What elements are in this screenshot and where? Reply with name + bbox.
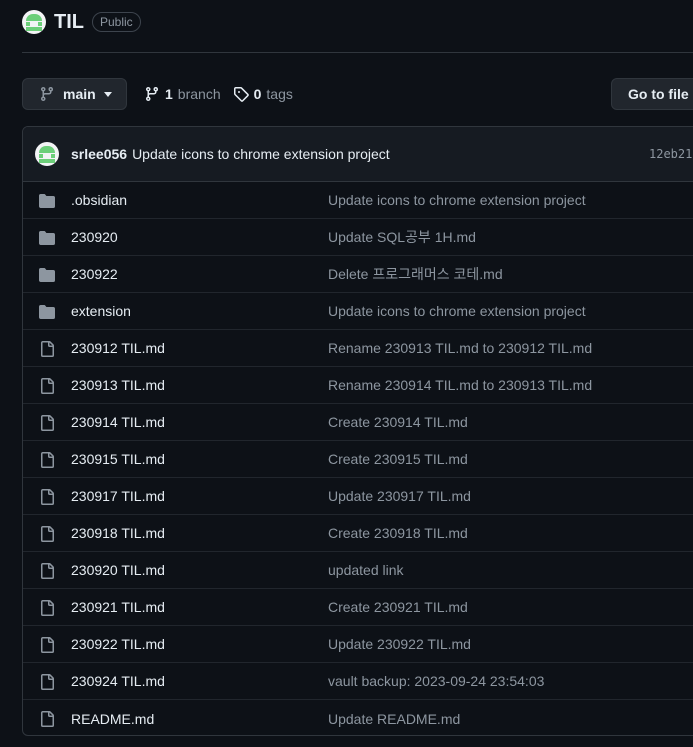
tag-count: 0 <box>253 86 262 102</box>
file-row[interactable]: 230920 Update SQL공부 1H.md <box>23 219 693 256</box>
file-row[interactable]: 230918 TIL.md Create 230918 TIL.md <box>23 515 693 552</box>
file-list: .obsidian Update icons to chrome extensi… <box>23 182 693 735</box>
file-row[interactable]: 230915 TIL.md Create 230915 TIL.md <box>23 441 693 478</box>
commit-author[interactable]: srlee056 <box>71 146 127 162</box>
file-name[interactable]: 230912 TIL.md <box>71 340 165 356</box>
file-commit-message[interactable]: Update 230922 TIL.md <box>328 636 471 652</box>
file-icon <box>39 637 55 653</box>
file-name[interactable]: 230924 TIL.md <box>71 673 165 689</box>
file-row[interactable]: 230921 TIL.md Create 230921 TIL.md <box>23 589 693 626</box>
file-icon <box>39 600 55 616</box>
git-branch-icon <box>40 87 53 102</box>
file-commit-message[interactable]: Update SQL공부 1H.md <box>328 227 476 247</box>
header-divider <box>22 52 693 53</box>
file-row[interactable]: 230922 Delete 프로그래머스 코테.md <box>23 256 693 293</box>
file-icon <box>39 415 55 431</box>
file-commit-message[interactable]: Update icons to chrome extension project <box>328 303 586 319</box>
file-name[interactable]: .obsidian <box>71 192 127 208</box>
file-name[interactable]: 230918 TIL.md <box>71 525 165 541</box>
git-branch-icon <box>145 87 158 102</box>
file-name[interactable]: 230914 TIL.md <box>71 414 165 430</box>
folder-icon <box>39 230 55 246</box>
branches-link[interactable]: 1 branch <box>144 86 221 102</box>
repo-toolbar: main 1 branch 0 tags Go to file <box>22 78 693 110</box>
file-name[interactable]: 230922 <box>71 266 118 282</box>
tags-link[interactable]: 0 tags <box>233 86 293 102</box>
file-row[interactable]: .obsidian Update icons to chrome extensi… <box>23 182 693 219</box>
file-row[interactable]: 230924 TIL.md vault backup: 2023-09-24 2… <box>23 663 693 700</box>
file-row[interactable]: README.md Update README.md <box>23 700 693 735</box>
commit-author-avatar[interactable] <box>35 142 59 166</box>
repo-header: TIL Public <box>22 8 141 36</box>
file-commit-message[interactable]: Delete 프로그래머스 코테.md <box>328 264 503 284</box>
branch-word: branch <box>177 86 221 102</box>
file-commit-message[interactable]: Create 230915 TIL.md <box>328 451 468 467</box>
file-commit-message[interactable]: Update README.md <box>328 711 460 727</box>
file-row[interactable]: extension Update icons to chrome extensi… <box>23 293 693 330</box>
owner-avatar[interactable] <box>22 10 46 34</box>
file-name[interactable]: 230920 <box>71 229 118 245</box>
file-icon <box>39 526 55 542</box>
file-name[interactable]: 230921 TIL.md <box>71 599 165 615</box>
file-commit-message[interactable]: Create 230914 TIL.md <box>328 414 468 430</box>
tag-icon <box>233 87 249 102</box>
file-browser: srlee056 Update icons to chrome extensio… <box>22 126 693 736</box>
file-icon <box>39 378 55 394</box>
folder-icon <box>39 267 55 283</box>
file-name[interactable]: README.md <box>71 711 154 727</box>
file-name[interactable]: 230913 TIL.md <box>71 377 165 393</box>
file-commit-message[interactable]: Rename 230914 TIL.md to 230913 TIL.md <box>328 377 592 393</box>
file-commit-message[interactable]: Rename 230913 TIL.md to 230912 TIL.md <box>328 340 592 356</box>
file-name[interactable]: 230922 TIL.md <box>71 636 165 652</box>
latest-commit-bar: srlee056 Update icons to chrome extensio… <box>23 127 693 182</box>
file-commit-message[interactable]: Create 230921 TIL.md <box>328 599 468 615</box>
file-row[interactable]: 230920 TIL.md updated link <box>23 552 693 589</box>
branch-name: main <box>63 86 96 102</box>
folder-icon <box>39 304 55 320</box>
file-name[interactable]: 230920 TIL.md <box>71 562 165 578</box>
chevron-down-icon <box>103 91 112 97</box>
file-commit-message[interactable]: Create 230918 TIL.md <box>328 525 468 541</box>
file-icon <box>39 563 55 579</box>
file-icon <box>39 711 55 727</box>
commit-sha[interactable]: 12eb21 <box>649 147 692 161</box>
file-row[interactable]: 230917 TIL.md Update 230917 TIL.md <box>23 478 693 515</box>
branch-count: 1 <box>165 86 173 102</box>
file-row[interactable]: 230913 TIL.md Rename 230914 TIL.md to 23… <box>23 367 693 404</box>
folder-icon <box>39 193 55 209</box>
file-commit-message[interactable]: Update icons to chrome extension project <box>328 192 586 208</box>
file-commit-message[interactable]: vault backup: 2023-09-24 23:54:03 <box>328 673 544 689</box>
file-icon <box>39 674 55 690</box>
file-commit-message[interactable]: Update 230917 TIL.md <box>328 488 471 504</box>
file-name[interactable]: 230915 TIL.md <box>71 451 165 467</box>
repo-name[interactable]: TIL <box>54 11 84 34</box>
file-row[interactable]: 230912 TIL.md Rename 230913 TIL.md to 23… <box>23 330 693 367</box>
file-row[interactable]: 230914 TIL.md Create 230914 TIL.md <box>23 404 693 441</box>
branch-select-button[interactable]: main <box>22 78 127 110</box>
file-row[interactable]: 230922 TIL.md Update 230922 TIL.md <box>23 626 693 663</box>
file-name[interactable]: 230917 TIL.md <box>71 488 165 504</box>
commit-message[interactable]: Update icons to chrome extension project <box>132 146 390 162</box>
file-icon <box>39 489 55 505</box>
go-to-file-button[interactable]: Go to file <box>611 78 693 110</box>
file-icon <box>39 341 55 357</box>
tag-word: tags <box>266 86 293 102</box>
file-icon <box>39 452 55 468</box>
file-name[interactable]: extension <box>71 303 131 319</box>
visibility-badge: Public <box>92 12 141 32</box>
file-commit-message[interactable]: updated link <box>328 562 404 578</box>
